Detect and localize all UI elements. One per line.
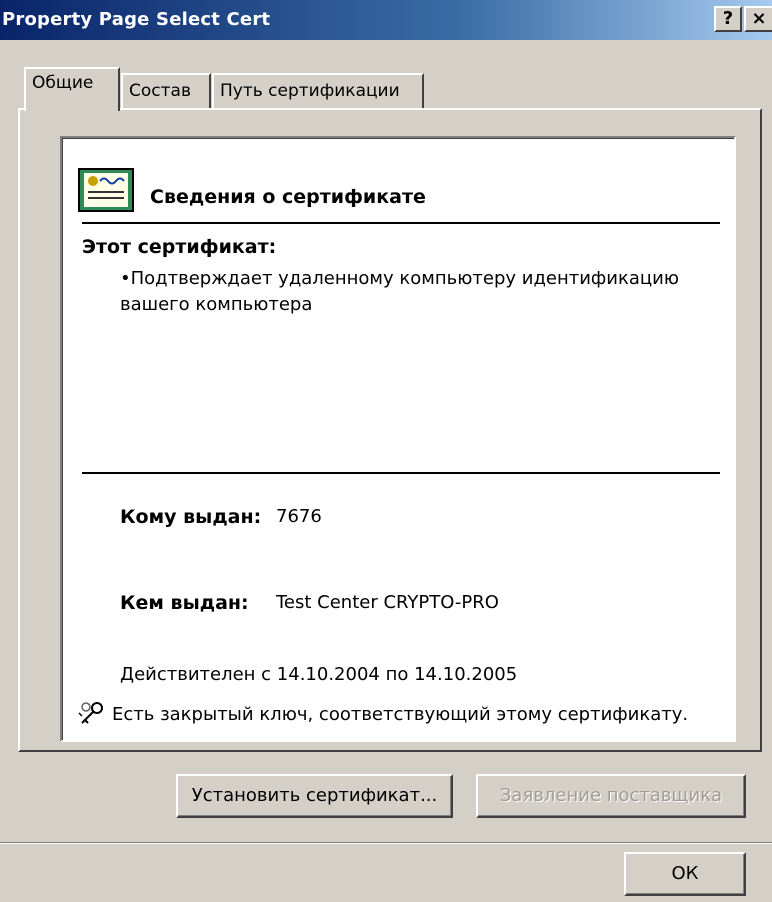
issued-to-value: 7676 — [276, 506, 322, 527]
issued-to-label: Кому выдан: — [120, 506, 262, 528]
divider — [82, 222, 720, 224]
valid-from-date: 14.10.2004 — [276, 664, 380, 685]
tab-details-label: Состав — [129, 81, 191, 101]
issued-by-value: Test Center CRYPTO-PRO — [276, 592, 499, 613]
valid-from-label: Действителен с — [120, 664, 272, 685]
certificate-icon — [78, 168, 134, 212]
help-button[interactable]: ? — [714, 6, 742, 32]
footer-divider — [0, 842, 772, 844]
ok-button[interactable]: ОК — [624, 852, 746, 896]
this-certificate-label: Этот сертификат: — [82, 236, 277, 258]
tab-certification-path[interactable]: Путь сертификации — [212, 73, 424, 109]
install-certificate-button[interactable]: Установить сертификат... — [176, 774, 453, 818]
certificate-info-box: Сведения о сертификате Этот сертификат: … — [60, 136, 736, 742]
tab-general-label: Общие — [32, 73, 94, 93]
tab-panel-general: Сведения о сертификате Этот сертификат: … — [18, 108, 762, 752]
certificate-purpose: •Подтверждает удаленному компьютеру иден… — [120, 268, 680, 315]
title-bar[interactable]: Property Page Select Cert ? × — [0, 0, 772, 40]
valid-to-date: 14.10.2005 — [414, 664, 518, 685]
validity-period: Действителен с 14.10.2004 по 14.10.2005 — [120, 664, 517, 685]
tab-details[interactable]: Состав — [121, 73, 211, 109]
tab-certification-path-label: Путь сертификации — [220, 81, 400, 101]
close-button[interactable]: × — [744, 6, 772, 32]
issued-by-label: Кем выдан: — [120, 592, 249, 614]
private-key-note: Есть закрытый ключ, соответствующий этом… — [112, 704, 689, 725]
divider — [82, 472, 720, 474]
certificate-info-title: Сведения о сертификате — [150, 186, 426, 208]
key-icon — [78, 702, 103, 724]
issuer-statement-button[interactable]: Заявление поставщика — [476, 774, 746, 818]
valid-to-label: по — [385, 664, 409, 685]
tab-general[interactable]: Общие — [24, 67, 120, 111]
window-title: Property Page Select Cert — [2, 9, 271, 30]
